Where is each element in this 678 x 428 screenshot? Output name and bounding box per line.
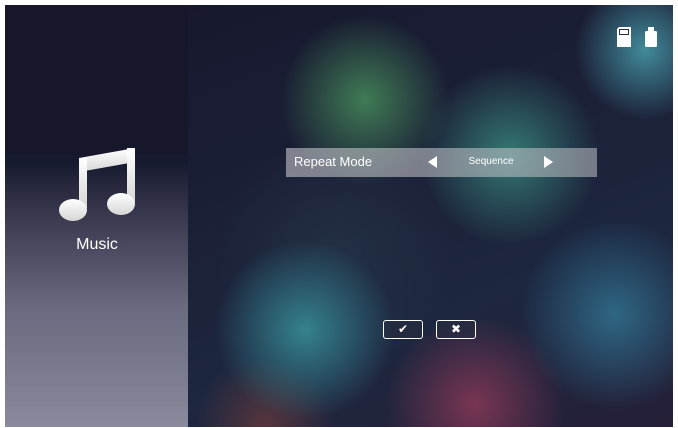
left-panel-top	[5, 5, 188, 155]
cancel-button[interactable]: ✖	[436, 320, 476, 339]
setting-label: Repeat Mode	[294, 154, 373, 169]
status-icons	[617, 27, 657, 47]
app-label: Music	[76, 236, 118, 253]
usb-drive-icon	[645, 27, 657, 47]
checkmark-icon: ✔	[397, 322, 409, 336]
confirm-button[interactable]: ✔	[383, 320, 423, 339]
music-settings-screen: Music Repeat Mode Sequence ✔ ✖	[5, 5, 673, 427]
music-note-icon	[59, 148, 135, 221]
cross-icon: ✖	[450, 322, 462, 336]
sd-card-icon	[617, 27, 631, 47]
repeat-mode-setting[interactable]: Repeat Mode Sequence	[286, 148, 597, 177]
arrow-left-icon[interactable]	[428, 156, 437, 168]
projector-frame: Music Repeat Mode Sequence ✔ ✖	[0, 0, 678, 428]
left-panel: Music	[5, 5, 188, 427]
arrow-right-icon[interactable]	[544, 156, 553, 168]
setting-value: Sequence	[468, 156, 514, 167]
